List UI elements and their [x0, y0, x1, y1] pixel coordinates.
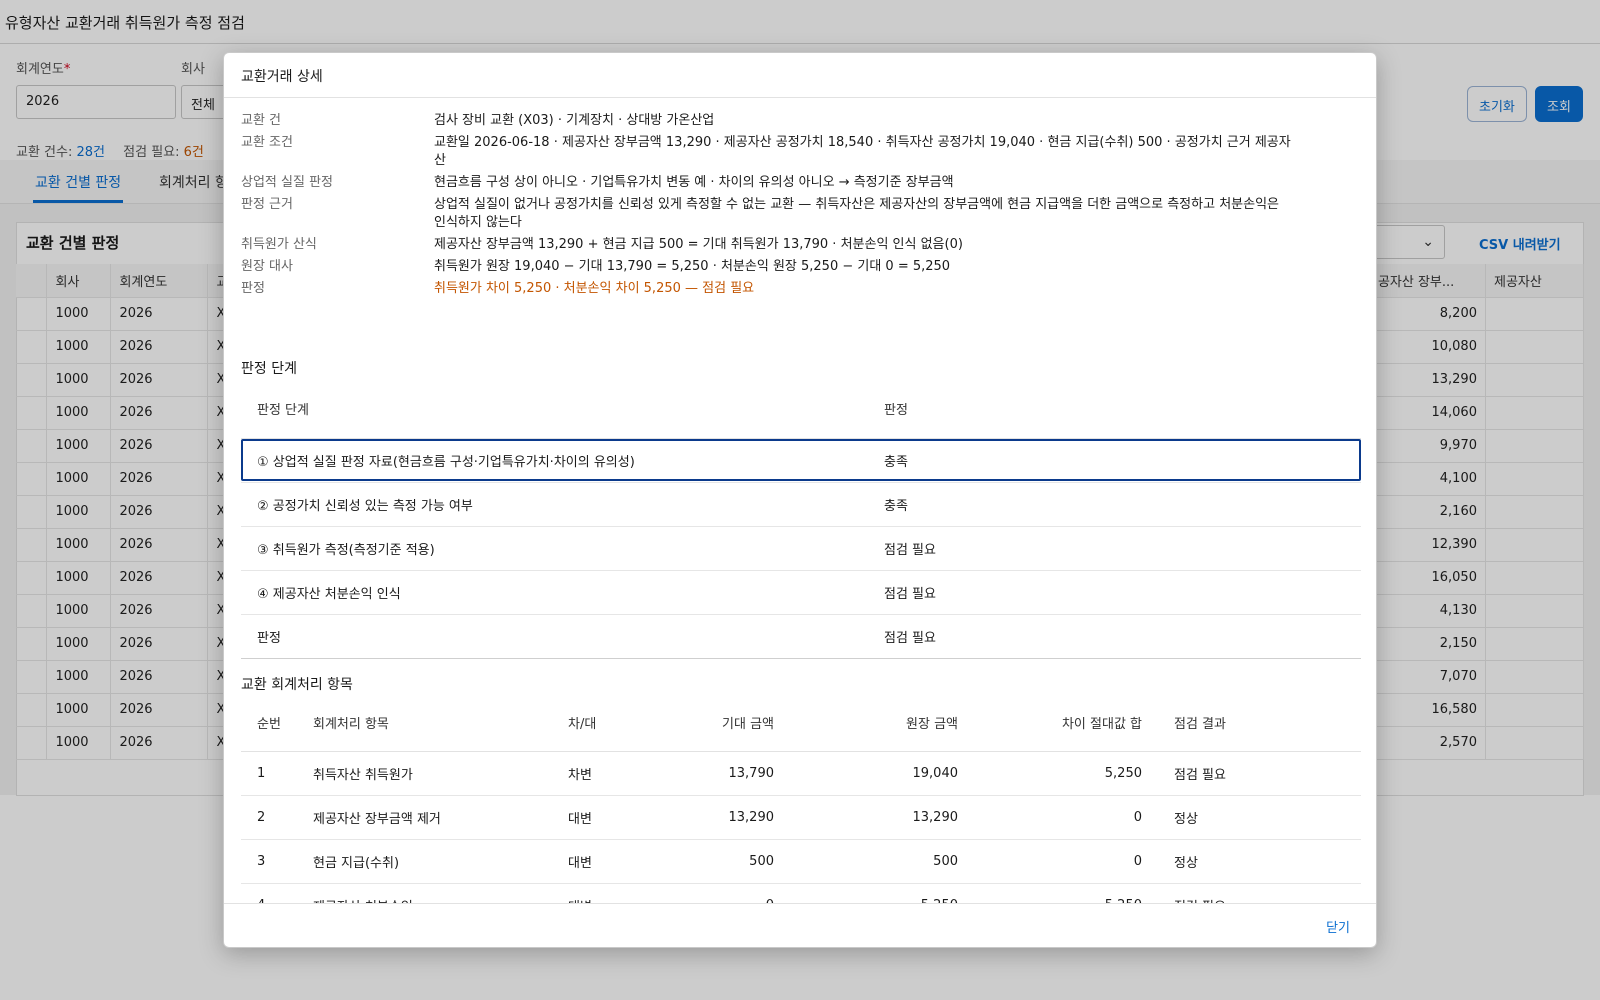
- step-label: ② 공정가치 신뢰성 있는 측정 가능 여부: [241, 482, 868, 527]
- info-value: 취득원가 차이 5,250 · 처분손익 차이 5,250 — 점검 필요: [434, 281, 755, 296]
- dialog-body[interactable]: 교환 건 검사 장비 교환 (X03) · 기계장치 · 상대방 가온산업교환 조…: [224, 98, 1376, 903]
- steps-header-step: 판정 단계: [241, 380, 868, 439]
- step-result: 점검 필요: [868, 570, 1361, 615]
- step-label: ① 상업적 실질 판정 자료(현금흐름 구성·기업특유가치·차이의 유의성): [241, 438, 868, 483]
- item-ledger: 13,290: [790, 795, 974, 840]
- item-diff: 5,250: [974, 751, 1158, 796]
- info-value: 교환일 2026-06-18 · 제공자산 장부금액 13,290 · 제공자산…: [434, 135, 1291, 168]
- step-label: 판정: [241, 614, 868, 659]
- info-row: 교환 조건 교환일 2026-06-18 · 제공자산 장부금액 13,290 ·…: [241, 134, 1331, 170]
- item-no: 2: [241, 795, 297, 840]
- item-name: 제공자산 장부금액 제거: [297, 795, 552, 840]
- step-row[interactable]: 판정 점검 필요: [241, 614, 1361, 659]
- item-expected: 13,290: [652, 795, 790, 840]
- close-button[interactable]: 닫기: [1326, 917, 1350, 936]
- dialog-title: 교환거래 상세: [224, 53, 1376, 98]
- dialog-footer: 닫기: [224, 903, 1376, 947]
- exchange-info: 교환 건 검사 장비 교환 (X03) · 기계장치 · 상대방 가온산업교환 조…: [241, 112, 1331, 302]
- info-value: 취득원가 원장 19,040 − 기대 13,790 = 5,250 · 처분손…: [434, 259, 951, 274]
- items-header-diff: 차이 절대값 합: [974, 695, 1158, 752]
- step-row[interactable]: ② 공정가치 신뢰성 있는 측정 가능 여부 충족: [241, 482, 1361, 527]
- item-expected: 0: [652, 883, 790, 903]
- info-key: 교환 건: [241, 113, 282, 128]
- item-name: 제공자산 처분손익: [297, 883, 552, 903]
- item-expected: 13,790: [652, 751, 790, 796]
- info-key: 교환 조건: [241, 135, 293, 150]
- item-result: 점검 필요: [1158, 883, 1361, 903]
- info-key: 판정 근거: [241, 197, 293, 212]
- info-key: 판정: [241, 281, 265, 296]
- info-key: 취득원가 산식: [241, 237, 317, 252]
- info-key: 상업적 실질 판정: [241, 175, 333, 190]
- item-row[interactable]: 3 현금 지급(수취) 대변 500 500 0 정상: [241, 839, 1361, 884]
- step-result: 점검 필요: [868, 526, 1361, 571]
- item-side: 대변: [552, 883, 652, 903]
- items-header-result: 점검 결과: [1158, 695, 1361, 752]
- items-header-ledger: 원장 금액: [790, 695, 974, 752]
- step-result: 충족: [868, 438, 1361, 483]
- steps-section-title: 판정 단계: [241, 361, 297, 377]
- info-row: 판정 근거 상업적 실질이 없거나 공정가치를 신뢰성 있게 측정할 수 없는 교…: [241, 196, 1331, 232]
- item-row[interactable]: 2 제공자산 장부금액 제거 대변 13,290 13,290 0 정상: [241, 795, 1361, 840]
- item-no: 3: [241, 839, 297, 884]
- item-row[interactable]: 4제공자산 처분손익대변05,2505,250점검 필요: [241, 883, 1361, 903]
- accounting-items-table: 순번 회계처리 항목 차/대 기대 금액 원장 금액 차이 절대값 합 점검 결…: [241, 695, 1361, 903]
- item-diff: 0: [974, 839, 1158, 884]
- item-result: 정상: [1158, 839, 1361, 884]
- item-no: 1: [241, 751, 297, 796]
- info-row: 원장 대사 취득원가 원장 19,040 − 기대 13,790 = 5,250 …: [241, 258, 1331, 276]
- step-label: ④ 제공자산 처분손익 인식: [241, 570, 868, 615]
- item-ledger: 5,250: [790, 883, 974, 903]
- items-header-item: 회계처리 항목: [297, 695, 552, 752]
- info-value: 현금흐름 구성 상이 아니오 · 기업특유가치 변동 예 · 차이의 유의성 아…: [434, 175, 954, 190]
- info-row: 판정 취득원가 차이 5,250 · 처분손익 차이 5,250 — 점검 필요: [241, 280, 1331, 298]
- step-label: ③ 취득원가 측정(측정기준 적용): [241, 526, 868, 571]
- info-row: 교환 건 검사 장비 교환 (X03) · 기계장치 · 상대방 가온산업: [241, 112, 1331, 130]
- step-row[interactable]: ③ 취득원가 측정(측정기준 적용) 점검 필요: [241, 526, 1361, 571]
- info-row: 취득원가 산식 제공자산 장부금액 13,290 + 현금 지급 500 = 기대…: [241, 236, 1331, 254]
- items-header-side: 차/대: [552, 695, 652, 752]
- item-name: 취득자산 취득원가: [297, 751, 552, 796]
- item-side: 차변: [552, 751, 652, 796]
- item-row[interactable]: 1 취득자산 취득원가 차변 13,790 19,040 5,250 점검 필요: [241, 751, 1361, 796]
- item-ledger: 19,040: [790, 751, 974, 796]
- info-value: 제공자산 장부금액 13,290 + 현금 지급 500 = 기대 취득원가 1…: [434, 237, 963, 252]
- step-row[interactable]: ④ 제공자산 처분손익 인식 점검 필요: [241, 570, 1361, 615]
- steps-header-result: 판정: [868, 380, 1361, 439]
- item-result: 정상: [1158, 795, 1361, 840]
- steps-table: 판정 단계 판정 ① 상업적 실질 판정 자료(현금흐름 구성·기업특유가치·차…: [241, 380, 1361, 659]
- item-no: 4: [241, 883, 297, 903]
- step-row[interactable]: ① 상업적 실질 판정 자료(현금흐름 구성·기업특유가치·차이의 유의성) 충족: [241, 438, 1361, 483]
- exchange-detail-dialog: 교환거래 상세 교환 건 검사 장비 교환 (X03) · 기계장치 · 상대방 …: [223, 52, 1377, 948]
- info-value: 검사 장비 교환 (X03) · 기계장치 · 상대방 가온산업: [434, 113, 715, 128]
- items-header-expected: 기대 금액: [652, 695, 790, 752]
- item-result: 점검 필요: [1158, 751, 1361, 796]
- info-value: 상업적 실질이 없거나 공정가치를 신뢰성 있게 측정할 수 없는 교환 — 취…: [434, 197, 1279, 230]
- items-section-title: 교환 회계처리 항목: [241, 677, 353, 693]
- item-diff: 5,250: [974, 883, 1158, 903]
- item-side: 대변: [552, 839, 652, 884]
- items-header-no: 순번: [241, 695, 297, 752]
- info-row: 상업적 실질 판정 현금흐름 구성 상이 아니오 · 기업특유가치 변동 예 · …: [241, 174, 1331, 192]
- step-result: 충족: [868, 482, 1361, 527]
- info-key: 원장 대사: [241, 259, 293, 274]
- item-side: 대변: [552, 795, 652, 840]
- item-diff: 0: [974, 795, 1158, 840]
- step-result: 점검 필요: [868, 614, 1361, 659]
- item-expected: 500: [652, 839, 790, 884]
- item-name: 현금 지급(수취): [297, 839, 552, 884]
- item-ledger: 500: [790, 839, 974, 884]
